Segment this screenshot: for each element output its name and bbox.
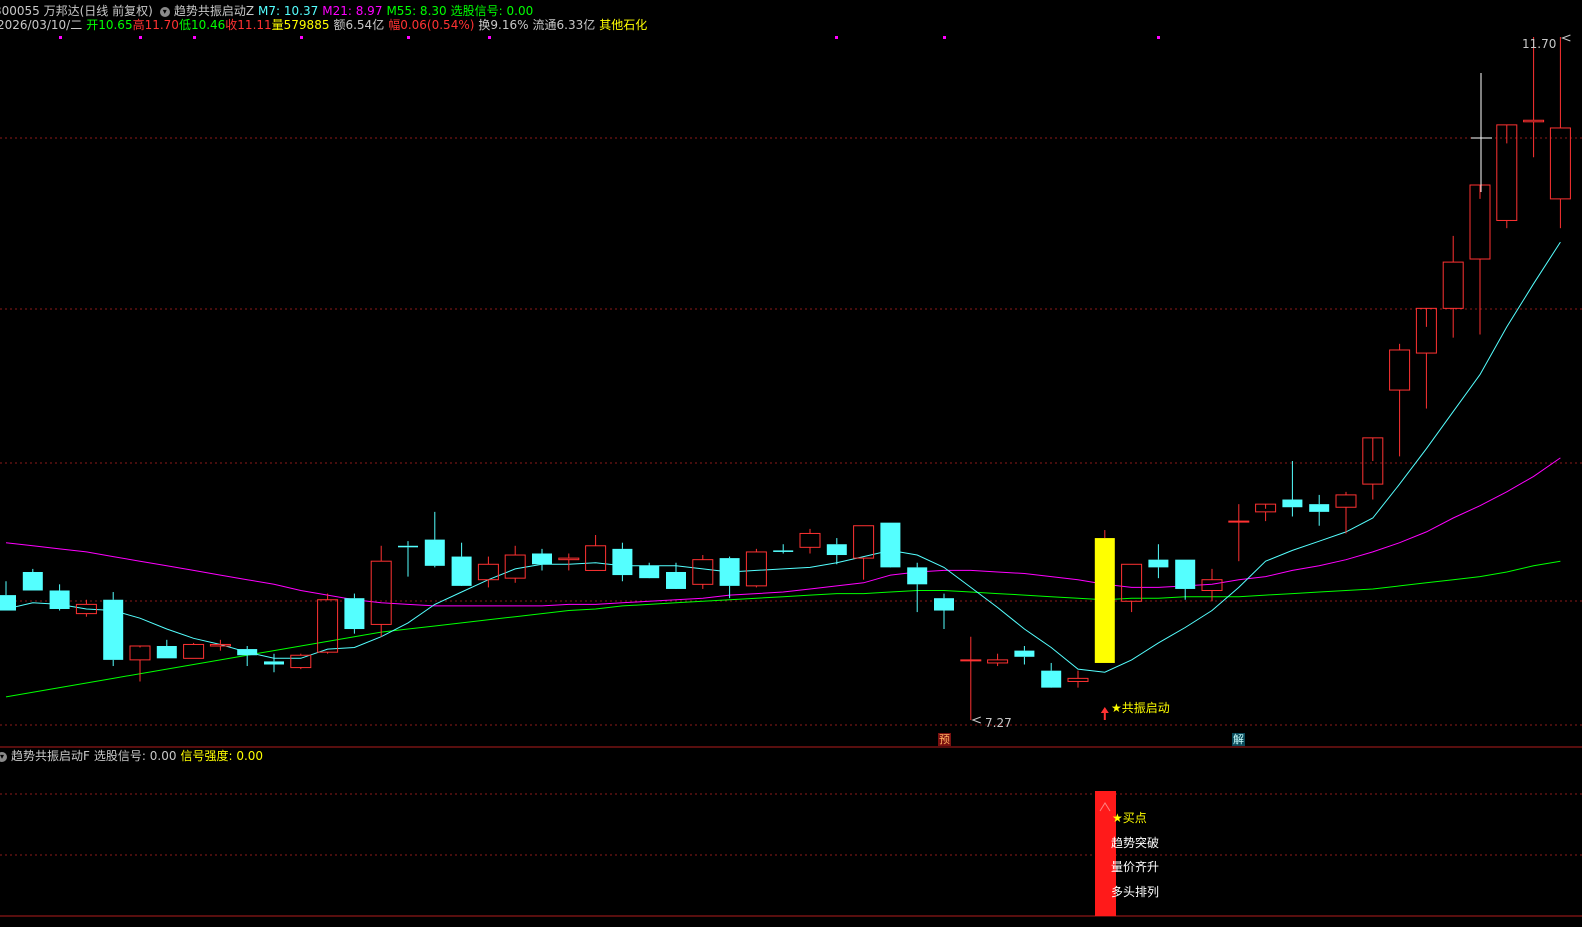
candle-body xyxy=(209,643,231,647)
sub-strength-value: 信号强度: 0.00 xyxy=(180,749,264,763)
quote-volume: 量579885 xyxy=(271,18,330,32)
candle-body xyxy=(853,525,875,559)
candle-body xyxy=(1014,650,1035,657)
candle-body xyxy=(22,571,43,591)
candle-body xyxy=(1067,677,1089,682)
candle-body xyxy=(1389,349,1411,391)
quote-turnover: 换9.16% xyxy=(478,18,529,32)
volume-price-label: 量价齐升 xyxy=(1111,860,1160,874)
signal-value: 选股信号: 0.00 xyxy=(450,4,534,18)
quote-sector[interactable]: 其他石化 xyxy=(599,18,647,32)
candle-body xyxy=(264,661,284,665)
chevron-down-icon[interactable]: ▾ xyxy=(0,751,7,762)
m55-value: M55: 8.30 xyxy=(386,4,447,18)
candle-body xyxy=(317,599,339,653)
candle-body xyxy=(156,645,177,659)
candle-body xyxy=(424,539,445,566)
candles xyxy=(0,37,1571,720)
pre-signal-badge[interactable]: 预 xyxy=(938,733,951,746)
candle-body xyxy=(666,571,686,589)
candle-body xyxy=(719,558,740,586)
candle-body xyxy=(799,532,821,548)
quote-low: 低10.46 xyxy=(178,18,226,32)
candle-body xyxy=(451,556,472,586)
candle-body xyxy=(1549,127,1571,200)
trend-breakout-label: 趋势突破 xyxy=(1111,836,1160,850)
candle-body xyxy=(370,560,392,625)
quote-amount: 额6.54亿 xyxy=(333,18,385,32)
candle-body xyxy=(290,654,312,669)
candle-body xyxy=(1309,504,1330,512)
candle-body xyxy=(960,659,982,662)
candle-body xyxy=(1335,494,1357,508)
candle-body xyxy=(692,559,714,585)
kline-chart[interactable] xyxy=(0,0,1582,927)
quote-open: 开10.65 xyxy=(86,18,133,32)
candle-body xyxy=(103,599,124,660)
candle-body xyxy=(1282,499,1303,508)
sub-indicator-name[interactable]: 趋势共振启动F xyxy=(11,749,90,763)
release-signal-badge[interactable]: 解 xyxy=(1232,733,1245,746)
candle-body xyxy=(1175,559,1196,589)
high-price-label: 11.70 xyxy=(1522,37,1557,51)
m21-value: M21: 8.97 xyxy=(322,4,383,18)
candle-body xyxy=(129,645,151,661)
resonance-start-label: ★共振启动 xyxy=(1111,701,1170,715)
candle-body xyxy=(773,550,794,552)
candle-body xyxy=(1442,261,1464,309)
m7-value: M7: 10.37 xyxy=(258,4,319,18)
candle-body xyxy=(934,598,954,611)
quote-high: 高11.70 xyxy=(132,18,179,32)
candle-body xyxy=(1523,119,1545,123)
sub-signal-value: 选股信号: 0.00 xyxy=(93,749,177,763)
buy-point-label: ★买点 xyxy=(1112,811,1147,825)
candle-body xyxy=(344,598,365,630)
candle-body xyxy=(504,554,526,579)
title-bar: 300055 万邦达(日线 前复权) ▾ 趋势共振启动Z M7: 10.37 M21: … xyxy=(0,4,537,18)
candle-body xyxy=(612,548,633,576)
m55-line xyxy=(5,560,1561,698)
quote-bar: 2026/03/10/二 开10.65高11.70低10.46收11.11量579… xyxy=(0,18,651,32)
low-pointer xyxy=(971,716,981,724)
low-price-label: 7.27 xyxy=(985,716,1012,730)
bull-alignment-label: 多头排列 xyxy=(1111,885,1160,899)
candle-body xyxy=(585,545,607,571)
chevron-down-icon[interactable]: ▾ xyxy=(159,6,170,17)
quote-change: 幅0.06(0.54%) xyxy=(388,18,475,32)
moving-averages xyxy=(5,241,1561,698)
candle-body xyxy=(880,522,901,568)
candle-body xyxy=(0,595,16,611)
candle-body xyxy=(558,557,580,561)
candle-body xyxy=(1148,559,1169,568)
stock-title[interactable]: 300055 万邦达(日线 前复权) xyxy=(0,4,153,18)
candle-body xyxy=(532,553,552,565)
candle-body xyxy=(1121,563,1143,602)
candle-body xyxy=(826,544,847,556)
quote-date: 2026/03/10/二 xyxy=(0,18,83,32)
candle-body xyxy=(398,545,418,548)
signal-candle xyxy=(1094,538,1115,663)
candle-body xyxy=(987,659,1009,664)
candle-body xyxy=(907,567,928,585)
indicator-name[interactable]: 趋势共振启动Z xyxy=(174,4,254,18)
up-arrow-stem xyxy=(1103,712,1106,720)
high-pointer xyxy=(1560,34,1571,42)
quote-close: 收11.11 xyxy=(225,18,272,32)
candle-body xyxy=(49,590,70,609)
quote-float-cap: 流通6.33亿 xyxy=(532,18,596,32)
m21-line xyxy=(5,457,1561,607)
candle-body xyxy=(639,565,660,579)
m7-line xyxy=(5,241,1561,673)
candle-body xyxy=(237,649,258,656)
candle-body xyxy=(1228,520,1250,523)
candle-body xyxy=(1041,670,1062,688)
sub-title-bar: ▾ 趋势共振启动F 选股信号: 0.00 信号强度: 0.00 xyxy=(0,749,267,763)
top-dots xyxy=(59,36,1160,39)
candle-body xyxy=(183,643,205,659)
sub-arrow-icon xyxy=(1099,802,1111,812)
candle-body xyxy=(745,551,767,587)
